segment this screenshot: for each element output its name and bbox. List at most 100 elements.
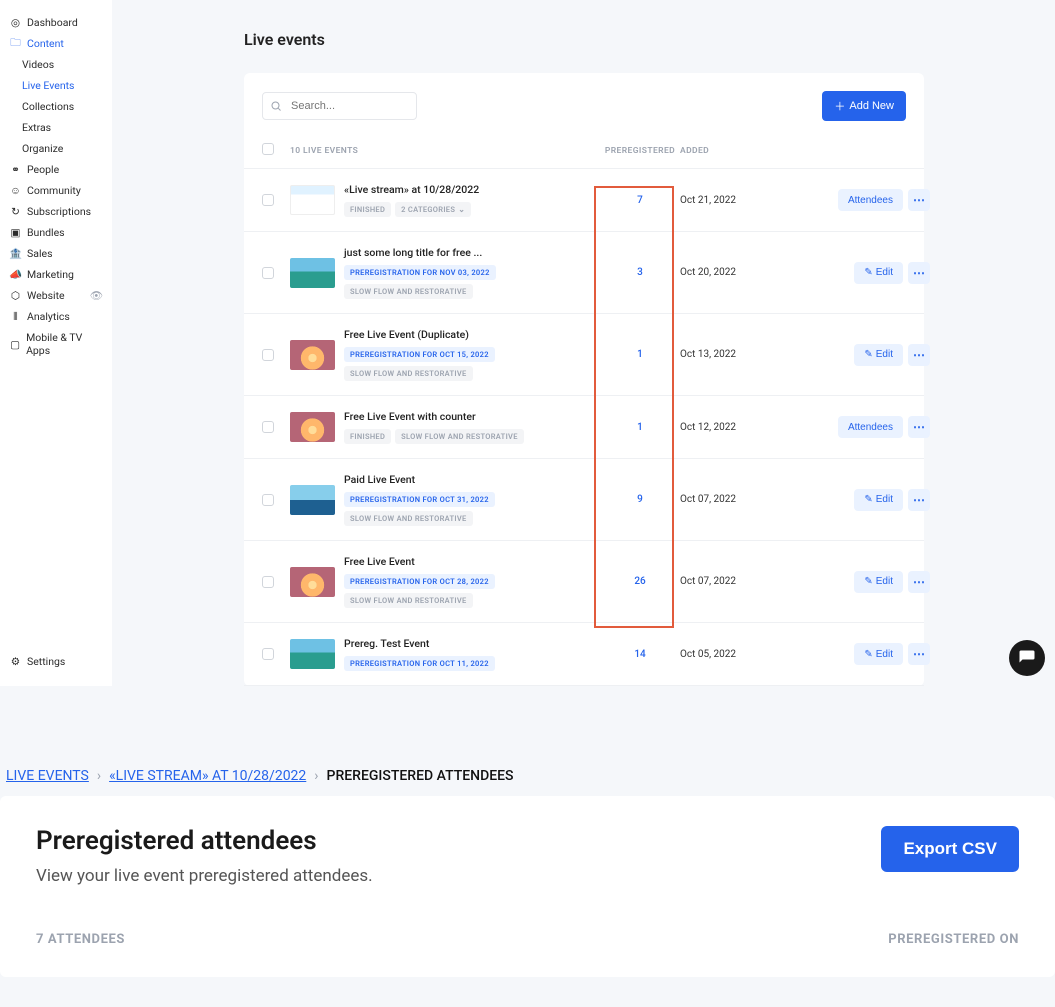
more-actions-button[interactable]: ⋯	[908, 489, 930, 511]
event-title: Free Live Event (Duplicate)	[344, 328, 600, 341]
added-date: Oct 12, 2022	[680, 422, 810, 433]
tag: PREREGISTRATION FOR OCT 28, 2022	[344, 574, 495, 589]
nav-community[interactable]: ☺ Community	[0, 180, 112, 201]
row-checkbox[interactable]	[262, 349, 274, 361]
nav-analytics[interactable]: ⫴ Analytics	[0, 306, 112, 327]
preregistered-count[interactable]: 1	[600, 349, 680, 360]
add-new-label: Add New	[849, 100, 894, 112]
row-checkbox[interactable]	[262, 576, 274, 588]
event-title: «Live stream» at 10/28/2022	[344, 183, 600, 196]
row-checkbox[interactable]	[262, 267, 274, 279]
edit-button[interactable]: ✎Edit	[854, 643, 903, 665]
edit-icon: ✎	[864, 576, 872, 587]
more-actions-button[interactable]: ⋯	[908, 189, 930, 211]
event-tags: PREREGISTRATION FOR OCT 15, 2022SLOW FLO…	[344, 347, 600, 381]
row-checkbox[interactable]	[262, 648, 274, 660]
subnav-live-events[interactable]: Live Events	[22, 75, 112, 96]
th-added[interactable]: ADDED	[680, 146, 810, 156]
event-tags: FINISHED2 CATEGORIES⌄	[344, 202, 600, 217]
th-preregistered-on: PREREGISTERED ON	[888, 932, 1019, 947]
nav-label: Settings	[27, 655, 65, 668]
edit-icon: ✎	[864, 494, 872, 505]
tag: SLOW FLOW AND RESTORATIVE	[344, 511, 473, 526]
table-row[interactable]: Free Live Event with counterFINISHEDSLOW…	[244, 396, 924, 459]
table-row[interactable]: just some long title for free ...PREREGI…	[244, 232, 924, 314]
website-icon: ⬡	[10, 290, 21, 301]
chevron-right-icon: ›	[314, 768, 318, 784]
nav-people[interactable]: ⚭ People	[0, 159, 112, 180]
nav-label: Dashboard	[27, 16, 78, 29]
row-checkbox[interactable]	[262, 194, 274, 206]
event-tags: PREREGISTRATION FOR OCT 28, 2022SLOW FLO…	[344, 574, 600, 608]
edit-label: Edit	[876, 349, 893, 360]
bundles-icon: ▣	[10, 227, 21, 238]
help-chat-button[interactable]	[1009, 640, 1045, 676]
attendees-button[interactable]: Attendees	[838, 416, 903, 438]
attendees-button[interactable]: Attendees	[838, 189, 903, 211]
nav-subscriptions[interactable]: ↻ Subscriptions	[0, 201, 112, 222]
preregistered-count[interactable]: 14	[600, 649, 680, 660]
subnav-organize[interactable]: Organize	[22, 138, 112, 159]
preregistered-count[interactable]: 1	[600, 422, 680, 433]
more-actions-button[interactable]: ⋯	[908, 643, 930, 665]
preregistered-count[interactable]: 26	[600, 576, 680, 587]
add-new-button[interactable]: ＋ Add New	[822, 91, 906, 121]
nav-label: People	[27, 163, 59, 176]
edit-button[interactable]: ✎Edit	[854, 262, 903, 284]
nav-mobile-tv[interactable]: ▢ Mobile & TV Apps	[0, 327, 112, 361]
plus-icon: ＋	[834, 98, 845, 114]
table-row[interactable]: Free Live Event PREREGISTRATION FOR OCT 2…	[244, 541, 924, 623]
nav-content[interactable]: 🗀 Content	[0, 33, 112, 54]
edit-button[interactable]: ✎ Edit	[854, 344, 903, 366]
more-actions-button[interactable]: ⋯	[908, 416, 930, 438]
added-date: Oct 21, 2022	[680, 195, 810, 206]
nav-label: Content	[27, 37, 64, 50]
table-row[interactable]: Prereg. Test Event PREREGISTRATION FOR OC…	[244, 623, 924, 686]
edit-button[interactable]: ✎Edit	[854, 571, 903, 593]
table-row[interactable]: «Live stream» at 10/28/2022 FINISHED2 CAT…	[244, 169, 924, 232]
crumb-event[interactable]: «LIVE STREAM» AT 10/28/2022	[109, 768, 306, 784]
more-actions-button[interactable]: ⋯	[908, 571, 930, 593]
subnav-videos[interactable]: Videos	[22, 54, 112, 75]
event-title: Free Live Event	[344, 555, 600, 568]
event-title: Prereg. Test Event	[344, 637, 600, 650]
more-actions-button[interactable]: ⋯	[908, 344, 930, 366]
attendees-table-header: 7 ATTENDEES PREREGISTERED ON	[36, 932, 1019, 947]
edit-button[interactable]: ✎Edit	[854, 489, 903, 511]
added-date: Oct 20, 2022	[680, 267, 810, 278]
nav-bundles[interactable]: ▣ Bundles	[0, 222, 112, 243]
edit-icon: ✎	[864, 349, 872, 360]
tag: PREREGISTRATION FOR OCT 11, 2022	[344, 656, 495, 671]
crumb-live-events[interactable]: LIVE EVENTS	[6, 768, 89, 784]
select-all-checkbox[interactable]	[262, 143, 274, 155]
nav-sales[interactable]: 🏦 Sales	[0, 243, 112, 264]
people-icon: ⚭	[10, 164, 21, 175]
eye-icon: 👁	[91, 290, 102, 301]
subnav-extras[interactable]: Extras	[22, 117, 112, 138]
breadcrumb: LIVE EVENTS › «LIVE STREAM» AT 10/28/202…	[0, 756, 1055, 796]
attendees-header: Preregistered attendees View your live e…	[36, 826, 1019, 886]
nav-label: Marketing	[27, 268, 74, 281]
nav-marketing[interactable]: 📣 Marketing	[0, 264, 112, 285]
added-date: Oct 13, 2022	[680, 349, 810, 360]
preregistered-count[interactable]: 7	[600, 195, 680, 206]
table-row[interactable]: Paid Live EventPREREGISTRATION FOR OCT 3…	[244, 459, 924, 541]
row-checkbox[interactable]	[262, 421, 274, 433]
preregistered-count[interactable]: 9	[600, 494, 680, 505]
crumb-current: PREREGISTERED ATTENDEES	[327, 768, 514, 784]
search-input[interactable]	[262, 92, 417, 120]
nav-settings[interactable]: ⚙ Settings	[0, 651, 112, 672]
export-csv-button[interactable]: Export CSV	[881, 826, 1019, 872]
tag: PREREGISTRATION FOR OCT 15, 2022	[344, 347, 495, 362]
th-preregistered[interactable]: PREREGISTERED	[600, 146, 680, 156]
more-actions-button[interactable]: ⋯	[908, 262, 930, 284]
subnav-collections[interactable]: Collections	[22, 96, 112, 117]
nav-website[interactable]: ⬡ Website 👁	[0, 285, 112, 306]
preregistered-count[interactable]: 3	[600, 267, 680, 278]
event-thumbnail	[290, 185, 335, 215]
row-checkbox[interactable]	[262, 494, 274, 506]
nav-dashboard[interactable]: ◎ Dashboard	[0, 12, 112, 33]
table-row[interactable]: Free Live Event (Duplicate) PREREGISTRATI…	[244, 314, 924, 396]
tag: PREREGISTRATION FOR NOV 03, 2022	[344, 265, 496, 280]
chevron-down-icon[interactable]: ⌄	[458, 205, 465, 214]
